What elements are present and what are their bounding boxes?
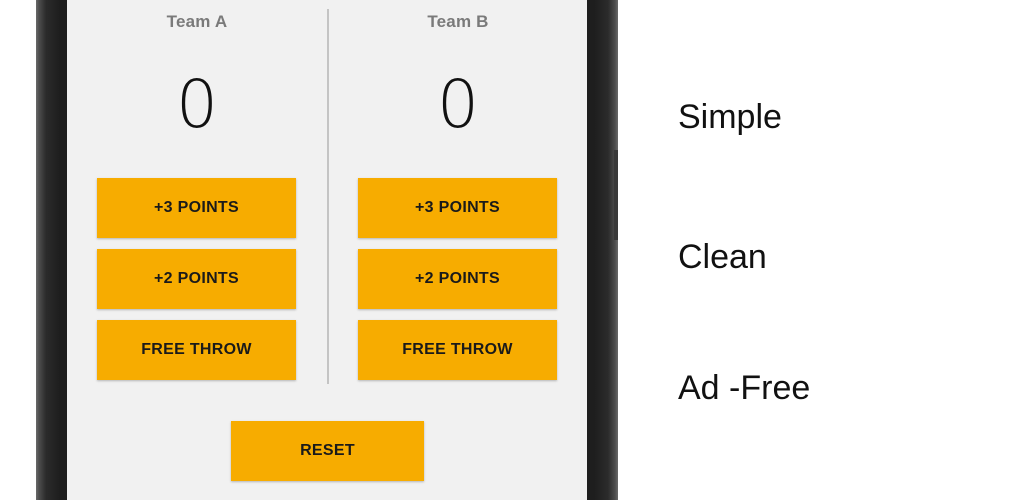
tagline-simple: Simple	[678, 98, 782, 136]
team-b-name: Team B	[427, 12, 489, 31]
app-screen: Team A 0 +3 POINTS +2 POINTS FREE THROW …	[67, 0, 587, 500]
team-a-plus-three-button[interactable]: +3 POINTS	[97, 178, 296, 238]
team-b-plus-two-button[interactable]: +2 POINTS	[358, 249, 557, 309]
team-a-score: 0	[176, 66, 218, 143]
team-b-plus-three-button[interactable]: +3 POINTS	[358, 178, 557, 238]
tagline-ad-free: Ad -Free	[678, 369, 811, 407]
team-a-free-throw-button[interactable]: FREE THROW	[97, 320, 296, 380]
team-b-score: 0	[437, 66, 479, 143]
team-a-plus-two-button[interactable]: +2 POINTS	[97, 249, 296, 309]
team-a-name: Team A	[166, 12, 228, 31]
promo-banner: Team A 0 +3 POINTS +2 POINTS FREE THROW …	[0, 0, 1024, 500]
phone-side-button	[614, 150, 618, 240]
tagline-clean: Clean	[678, 238, 767, 276]
team-b-free-throw-button[interactable]: FREE THROW	[358, 320, 557, 380]
team-divider	[327, 9, 329, 384]
reset-button[interactable]: RESET	[231, 421, 424, 481]
